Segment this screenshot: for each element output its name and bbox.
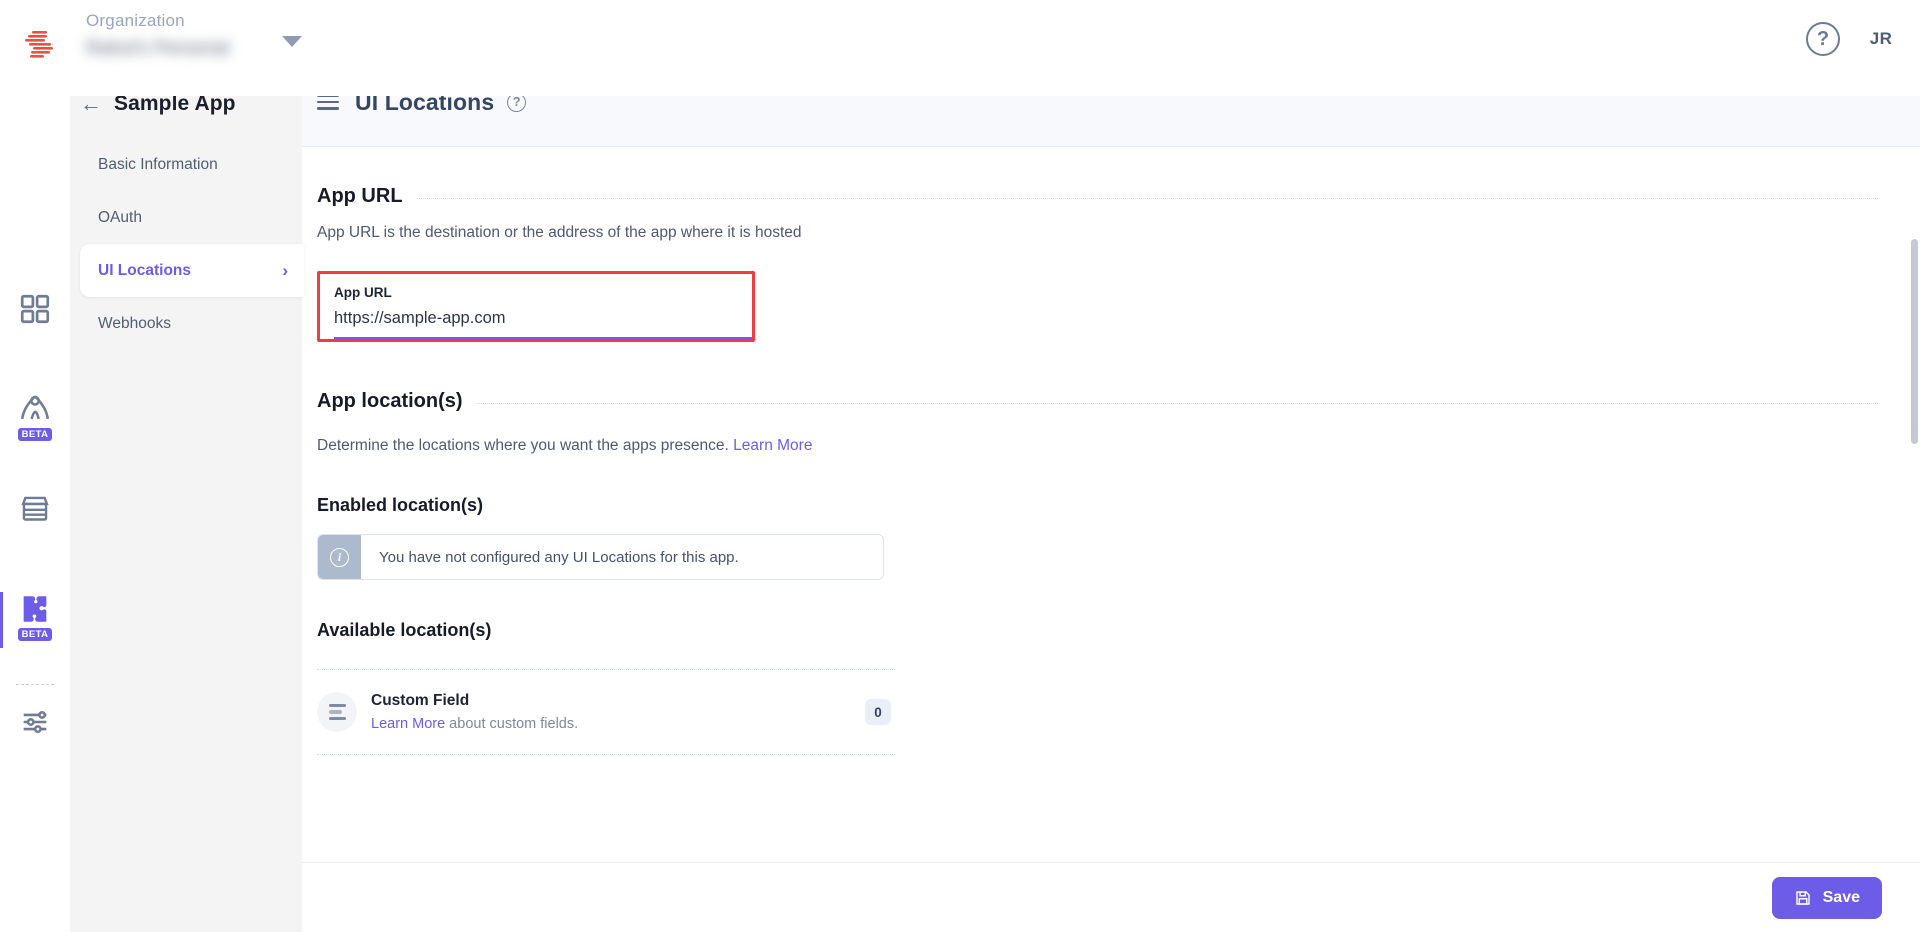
organization-label: Organization: [86, 11, 185, 30]
list-item-subtitle: Learn More about custom fields.: [371, 716, 865, 732]
app-url-field-label: App URL: [334, 285, 392, 300]
sidebar-item-ui-locations[interactable]: UI Locations ›: [80, 244, 304, 297]
list-item-subtitle-suffix: about custom fields.: [445, 716, 579, 732]
available-locations-heading: Available location(s): [317, 620, 492, 640]
rail-item-dashboard[interactable]: [0, 292, 70, 370]
count-badge: 0: [865, 699, 891, 725]
main-content: UI Locations ? App URL App URL is the de…: [302, 58, 1920, 932]
sidebar-item-basic-information[interactable]: Basic Information: [80, 138, 302, 191]
app-url-highlight-box: App URL: [317, 271, 755, 342]
dotted-divider: [476, 403, 1878, 404]
sidebar-item-label: UI Locations: [98, 261, 192, 279]
dotted-divider: [317, 669, 895, 670]
footer-bar: Save: [302, 862, 1920, 932]
freshworks-logo-icon[interactable]: [16, 22, 64, 70]
top-bar: Organization Rahul's Personal ? JR: [0, 0, 1920, 96]
app-root: Organization Rahul's Personal ? JR BETA …: [0, 0, 1920, 932]
rail-divider: [16, 684, 54, 685]
app-url-section-header: App URL: [317, 185, 1878, 208]
empty-state-banner: i You have not configured any UI Locatio…: [317, 534, 884, 580]
scrollbar-thumb[interactable]: [1911, 239, 1918, 444]
custom-field-lines-icon: [317, 692, 357, 732]
learn-more-link[interactable]: Learn More: [733, 437, 812, 454]
enabled-locations-heading: Enabled location(s): [317, 495, 484, 515]
grid-icon: [20, 294, 50, 324]
chevron-right-icon: ›: [282, 260, 288, 280]
beta-badge: BETA: [17, 628, 53, 641]
arrow-left-icon[interactable]: ←: [80, 93, 102, 115]
app-nav-panel: ← Sample App Basic Information OAuth UI …: [58, 58, 304, 932]
list-item[interactable]: Custom Field Learn More about custom fie…: [317, 692, 895, 755]
app-url-input[interactable]: [334, 309, 752, 339]
info-icon: i: [318, 535, 361, 579]
beta-badge: BETA: [17, 428, 53, 441]
scroll-body: App URL App URL is the destination or th…: [302, 147, 1920, 862]
organization-value: Rahul's Personal: [86, 38, 230, 59]
icon-rail: BETA BETA: [0, 70, 70, 932]
top-bar-actions: ? JR: [1806, 20, 1900, 58]
app-locations-heading: App location(s): [317, 390, 463, 412]
save-button[interactable]: Save: [1771, 876, 1882, 919]
dotted-divider: [416, 198, 1878, 199]
sidebar-item-label: OAuth: [98, 208, 142, 226]
hamburger-icon[interactable]: [317, 94, 339, 110]
app-url-description: App URL is the destination or the addres…: [317, 224, 802, 241]
sidebar-item-oauth[interactable]: OAuth: [80, 191, 302, 244]
compass-icon: [20, 395, 50, 420]
question-mark-icon[interactable]: ?: [1806, 22, 1840, 56]
list-item-title: Custom Field: [371, 692, 470, 709]
sidebar-item-webhooks[interactable]: Webhooks: [80, 297, 302, 350]
store-icon: [21, 496, 49, 521]
learn-more-link[interactable]: Learn More: [371, 716, 445, 732]
app-url-heading: App URL: [317, 185, 403, 207]
rail-item-marketplace[interactable]: [0, 492, 70, 570]
app-locations-section-header: App location(s): [317, 390, 1878, 413]
avatar[interactable]: JR: [1862, 20, 1900, 58]
sidebar-item-label: Basic Information: [98, 155, 218, 173]
list-item-text: Custom Field Learn More about custom fie…: [371, 692, 865, 732]
app-url-field-wrapper: App URL: [320, 274, 752, 339]
rail-item-apps[interactable]: BETA: [0, 592, 70, 670]
content: App URL App URL is the destination or th…: [302, 147, 1920, 755]
save-button-label: Save: [1822, 888, 1860, 906]
floppy-disk-icon: [1795, 890, 1810, 905]
empty-state-message: You have not configured any UI Locations…: [379, 548, 739, 566]
app-locations-description: Determine the locations where you want t…: [317, 437, 1878, 455]
chevron-down-icon[interactable]: [282, 36, 302, 47]
active-indicator-bar: [0, 592, 3, 648]
app-nav-list: Basic Information OAuth UI Locations › W…: [58, 138, 304, 350]
app-locations-description-text: Determine the locations where you want t…: [317, 437, 729, 454]
sliders-icon: [23, 710, 47, 734]
sidebar-item-label: Webhooks: [98, 314, 171, 332]
rail-item-settings[interactable]: [0, 705, 70, 783]
puzzle-icon: [23, 596, 47, 622]
rail-item-analytics[interactable]: BETA: [0, 392, 70, 470]
